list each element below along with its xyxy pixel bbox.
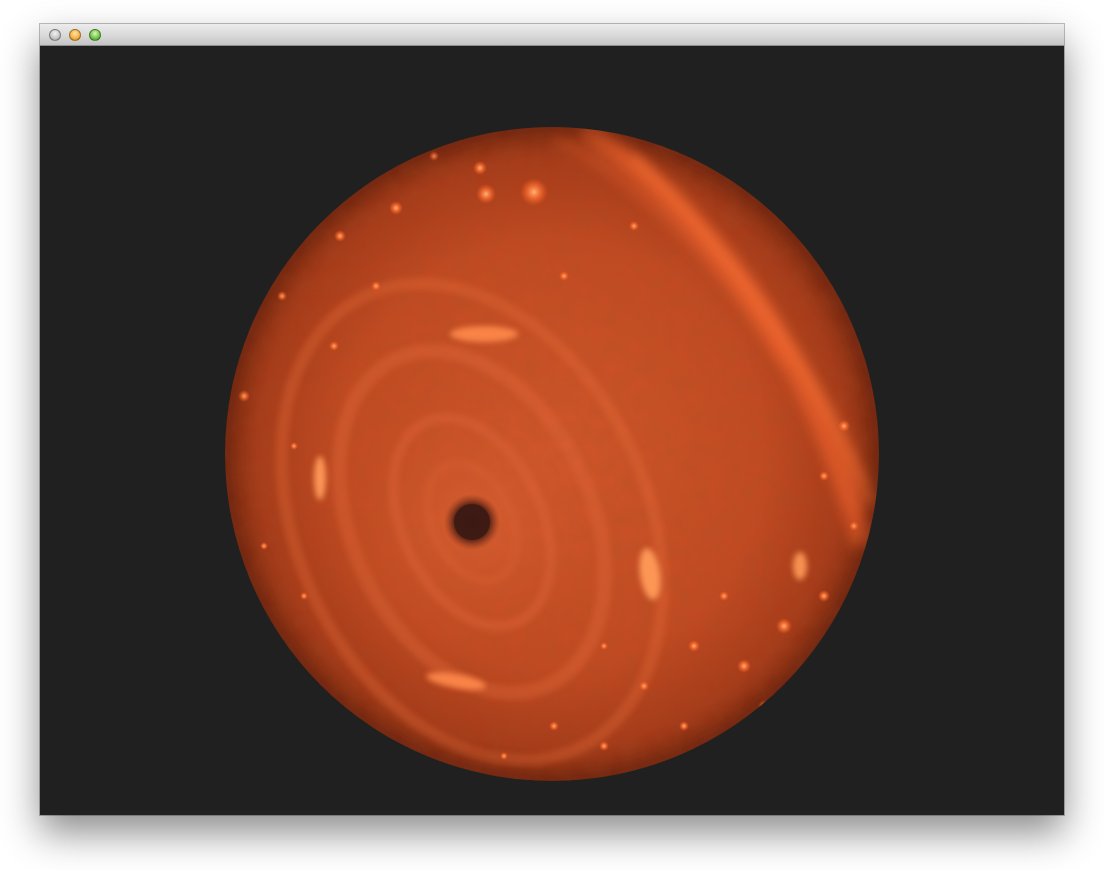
render-viewport[interactable] (40, 46, 1064, 815)
planet-render (225, 127, 879, 781)
minimize-button[interactable] (69, 29, 81, 41)
zoom-button[interactable] (89, 29, 101, 41)
close-button[interactable] (49, 29, 61, 41)
title-bar[interactable] (40, 24, 1064, 46)
app-window (40, 24, 1064, 815)
